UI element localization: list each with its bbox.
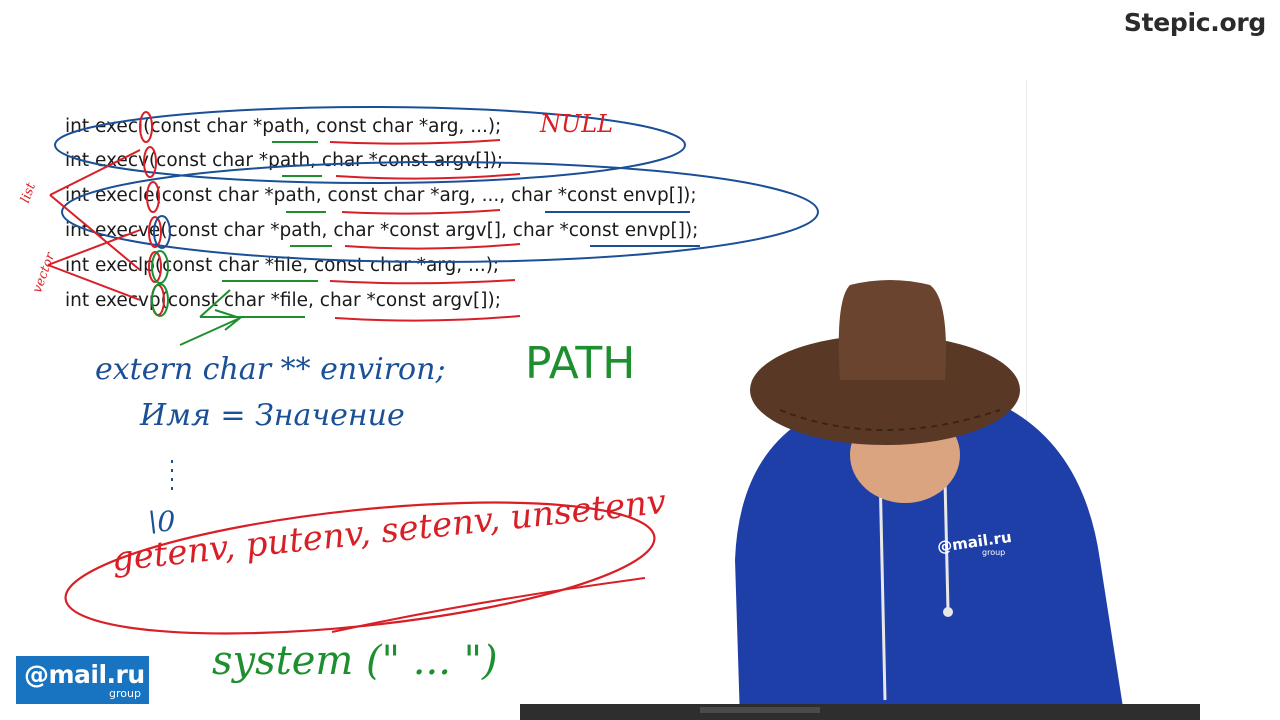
mailru-logo: @mail.ru group: [16, 656, 149, 704]
keyboard: [520, 704, 1200, 720]
mailru-logo-text: @mail.ru: [24, 660, 145, 689]
presenter-figure: [520, 280, 1200, 720]
mailru-logo-sub: group: [109, 687, 141, 700]
shirt-logo-sub: group: [982, 548, 1006, 557]
lecture-frame: Stepic.org int execl(const char *path, c…: [0, 0, 1280, 720]
